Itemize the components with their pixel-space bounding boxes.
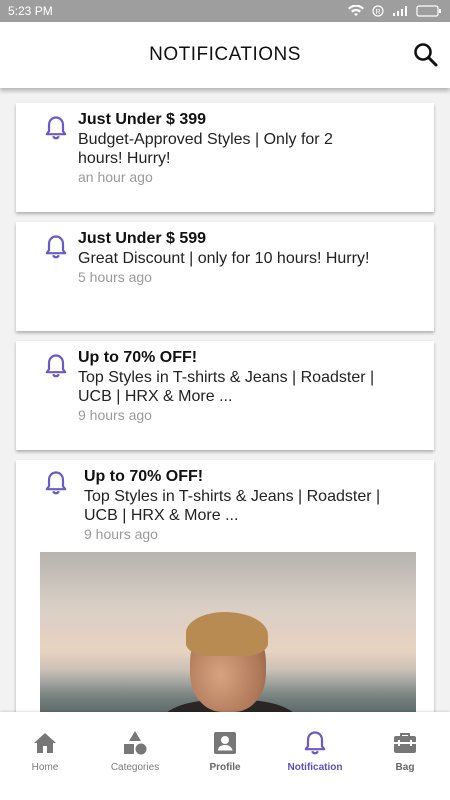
tab-label: Profile bbox=[209, 762, 241, 773]
battery-icon bbox=[416, 5, 441, 17]
notification-body: Top Styles in T-shirts & Jeans | Roadste… bbox=[78, 369, 375, 405]
notification-image[interactable] bbox=[40, 552, 416, 712]
notification-card[interactable]: Just Under $ 399 Budget-Approved Styles … bbox=[16, 103, 434, 212]
bag-icon bbox=[394, 733, 416, 753]
tab-home[interactable]: Home bbox=[0, 712, 90, 800]
notification-title: Just Under $ 599 bbox=[78, 230, 207, 247]
bell-icon bbox=[45, 116, 67, 140]
notification-time: 5 hours ago bbox=[78, 269, 152, 285]
notification-body: Top Styles in T-shirts & Jeans | Roadste… bbox=[84, 488, 381, 524]
tab-notification[interactable]: Notification bbox=[270, 712, 360, 800]
search-icon[interactable] bbox=[412, 41, 440, 69]
categories-icon bbox=[124, 731, 147, 755]
bell-icon bbox=[45, 235, 67, 259]
app-bar: NOTIFICATIONS bbox=[0, 22, 450, 88]
status-time: 5:23 PM bbox=[8, 4, 53, 18]
notification-card[interactable]: Just Under $ 599 Great Discount | only f… bbox=[16, 222, 434, 331]
notification-list: Just Under $ 399 Budget-Approved Styles … bbox=[0, 88, 450, 712]
status-icons: R bbox=[348, 5, 442, 17]
tab-label: Bag bbox=[395, 762, 415, 773]
notification-time: an hour ago bbox=[78, 169, 153, 185]
tab-profile[interactable]: Profile bbox=[180, 712, 270, 800]
tab-bag[interactable]: Bag bbox=[360, 712, 450, 800]
bell-icon bbox=[45, 354, 67, 378]
notification-title: Up to 70% OFF! bbox=[84, 468, 204, 485]
notification-title: Just Under $ 399 bbox=[78, 111, 207, 128]
notification-time: 9 hours ago bbox=[78, 407, 152, 423]
page-title: NOTIFICATIONS bbox=[149, 44, 301, 65]
tab-label: Categories bbox=[110, 762, 160, 773]
wifi-icon bbox=[348, 5, 364, 16]
notification-body: Great Discount | only for 10 hours! Hurr… bbox=[78, 250, 370, 267]
profile-icon bbox=[214, 732, 236, 754]
tab-categories[interactable]: Categories bbox=[90, 712, 180, 800]
image-hair bbox=[186, 612, 268, 656]
notification-time: 9 hours ago bbox=[84, 526, 158, 542]
status-bar: 5:23 PM R bbox=[0, 0, 450, 22]
notification-title: Up to 70% OFF! bbox=[78, 349, 198, 366]
notification-body: Budget-Approved Styles | Only for 2 hour… bbox=[78, 131, 333, 167]
bell-icon bbox=[45, 471, 67, 495]
notification-card[interactable]: Up to 70% OFF! Top Styles in T-shirts & … bbox=[16, 341, 434, 450]
svg-text:R: R bbox=[375, 9, 380, 16]
registered-icon: R bbox=[372, 5, 384, 17]
bell-icon bbox=[304, 731, 326, 755]
signal-icon bbox=[393, 6, 407, 16]
notification-card-with-image[interactable]: Up to 70% OFF! Top Styles in T-shirts & … bbox=[16, 460, 434, 712]
tab-label: Notification bbox=[287, 762, 343, 773]
tab-label: Home bbox=[31, 762, 59, 773]
bottom-navigation: Home Categories Profile Notification Bag bbox=[0, 712, 450, 800]
home-icon bbox=[34, 733, 56, 753]
